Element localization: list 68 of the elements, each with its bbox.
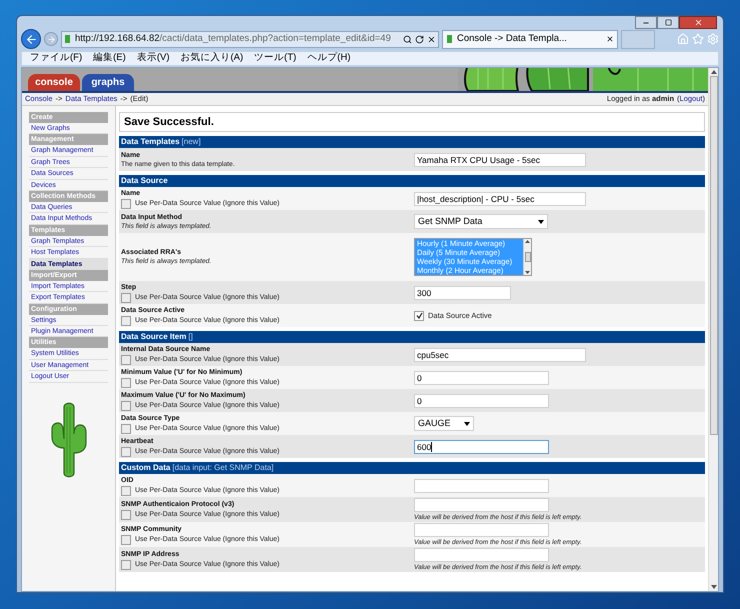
checkbox[interactable]: [121, 378, 131, 388]
checkbox[interactable]: [121, 510, 131, 520]
menu-item[interactable]: ヘルプ(H): [307, 51, 350, 66]
text-field[interactable]: 600: [414, 440, 549, 454]
site-icon: [446, 34, 454, 44]
checkbox[interactable]: [121, 486, 131, 496]
forward-button[interactable]: [44, 32, 58, 46]
caret-icon: [464, 422, 470, 426]
back-icon: [24, 32, 38, 46]
home-icon[interactable]: [677, 33, 689, 45]
message-box: Save Successful.: [119, 112, 705, 132]
forward-icon: [46, 34, 56, 44]
menu-item[interactable]: 編集(E): [93, 51, 126, 66]
app-tab[interactable]: graphs: [82, 74, 134, 91]
checkbox[interactable]: [121, 424, 131, 434]
check-icon: [416, 312, 422, 319]
section-header: Data Source: [119, 175, 705, 187]
favorites-icon[interactable]: [692, 33, 704, 45]
url-text: http://192.168.64.82/cacti/data_templates.php?action=template_edit&id=49: [75, 32, 391, 46]
text-field[interactable]: [414, 522, 549, 536]
browser-tab[interactable]: Console -> Data Templa...: [442, 30, 618, 48]
menu-item[interactable]: お気に入り(A): [180, 51, 244, 66]
section-header: Data Templates [new]: [119, 136, 705, 148]
text-field[interactable]: Yamaha RTX CPU Usage - 5sec: [414, 152, 586, 166]
stop-icon[interactable]: [427, 34, 436, 44]
close-tab-icon[interactable]: [606, 35, 614, 43]
checkbox[interactable]: [414, 310, 424, 320]
close-button[interactable]: [679, 16, 717, 29]
checkbox[interactable]: [121, 560, 131, 570]
text-field[interactable]: [414, 498, 549, 512]
menu-item[interactable]: ツール(T): [254, 51, 296, 66]
search-icon[interactable]: [403, 34, 412, 44]
text-field[interactable]: 0: [414, 394, 549, 408]
dropdown[interactable]: Get SNMP Data: [414, 214, 548, 229]
caret-icon: [538, 220, 544, 224]
site-icon: [64, 34, 72, 44]
text-field[interactable]: 0: [414, 370, 549, 384]
menu-item[interactable]: ファイル(F): [30, 51, 82, 66]
checkbox[interactable]: [121, 534, 131, 544]
section-header: Data Source Item []: [119, 331, 705, 343]
checkbox[interactable]: [121, 400, 131, 410]
scroll-down-icon[interactable]: [525, 271, 530, 274]
scroll-down-icon[interactable]: [710, 585, 716, 589]
text-field[interactable]: [414, 548, 549, 562]
section-header: Custom Data [data input: Get SNMP Data]: [119, 462, 705, 474]
text-field[interactable]: cpu5sec: [414, 348, 586, 362]
text-field[interactable]: [414, 478, 549, 492]
maximize-button[interactable]: [657, 16, 679, 29]
refresh-icon[interactable]: [415, 34, 424, 44]
scrollbar[interactable]: [523, 239, 531, 275]
address-bar[interactable]: http://192.168.64.82/cacti/data_templates.php?action=template_edit&id=49: [61, 30, 439, 48]
checkbox[interactable]: [121, 316, 131, 326]
menu-item[interactable]: 表示(V): [136, 51, 170, 66]
scrollbar[interactable]: [708, 68, 718, 591]
checkbox[interactable]: [121, 354, 131, 364]
text-field[interactable]: |host_description| - CPU - 5sec: [414, 192, 586, 206]
settings-icon[interactable]: [707, 33, 719, 45]
app-tab[interactable]: console: [28, 74, 80, 91]
dropdown[interactable]: GAUGE: [414, 416, 474, 431]
close-icon: [694, 18, 702, 27]
scroll-up-icon[interactable]: [710, 70, 716, 74]
checkbox[interactable]: [121, 198, 131, 208]
checkbox[interactable]: [121, 292, 131, 302]
maximize-icon: [664, 19, 672, 26]
checkbox[interactable]: [121, 446, 131, 456]
scroll-up-icon[interactable]: [525, 240, 530, 243]
text-field[interactable]: 300: [414, 286, 511, 300]
back-button[interactable]: [21, 29, 41, 49]
